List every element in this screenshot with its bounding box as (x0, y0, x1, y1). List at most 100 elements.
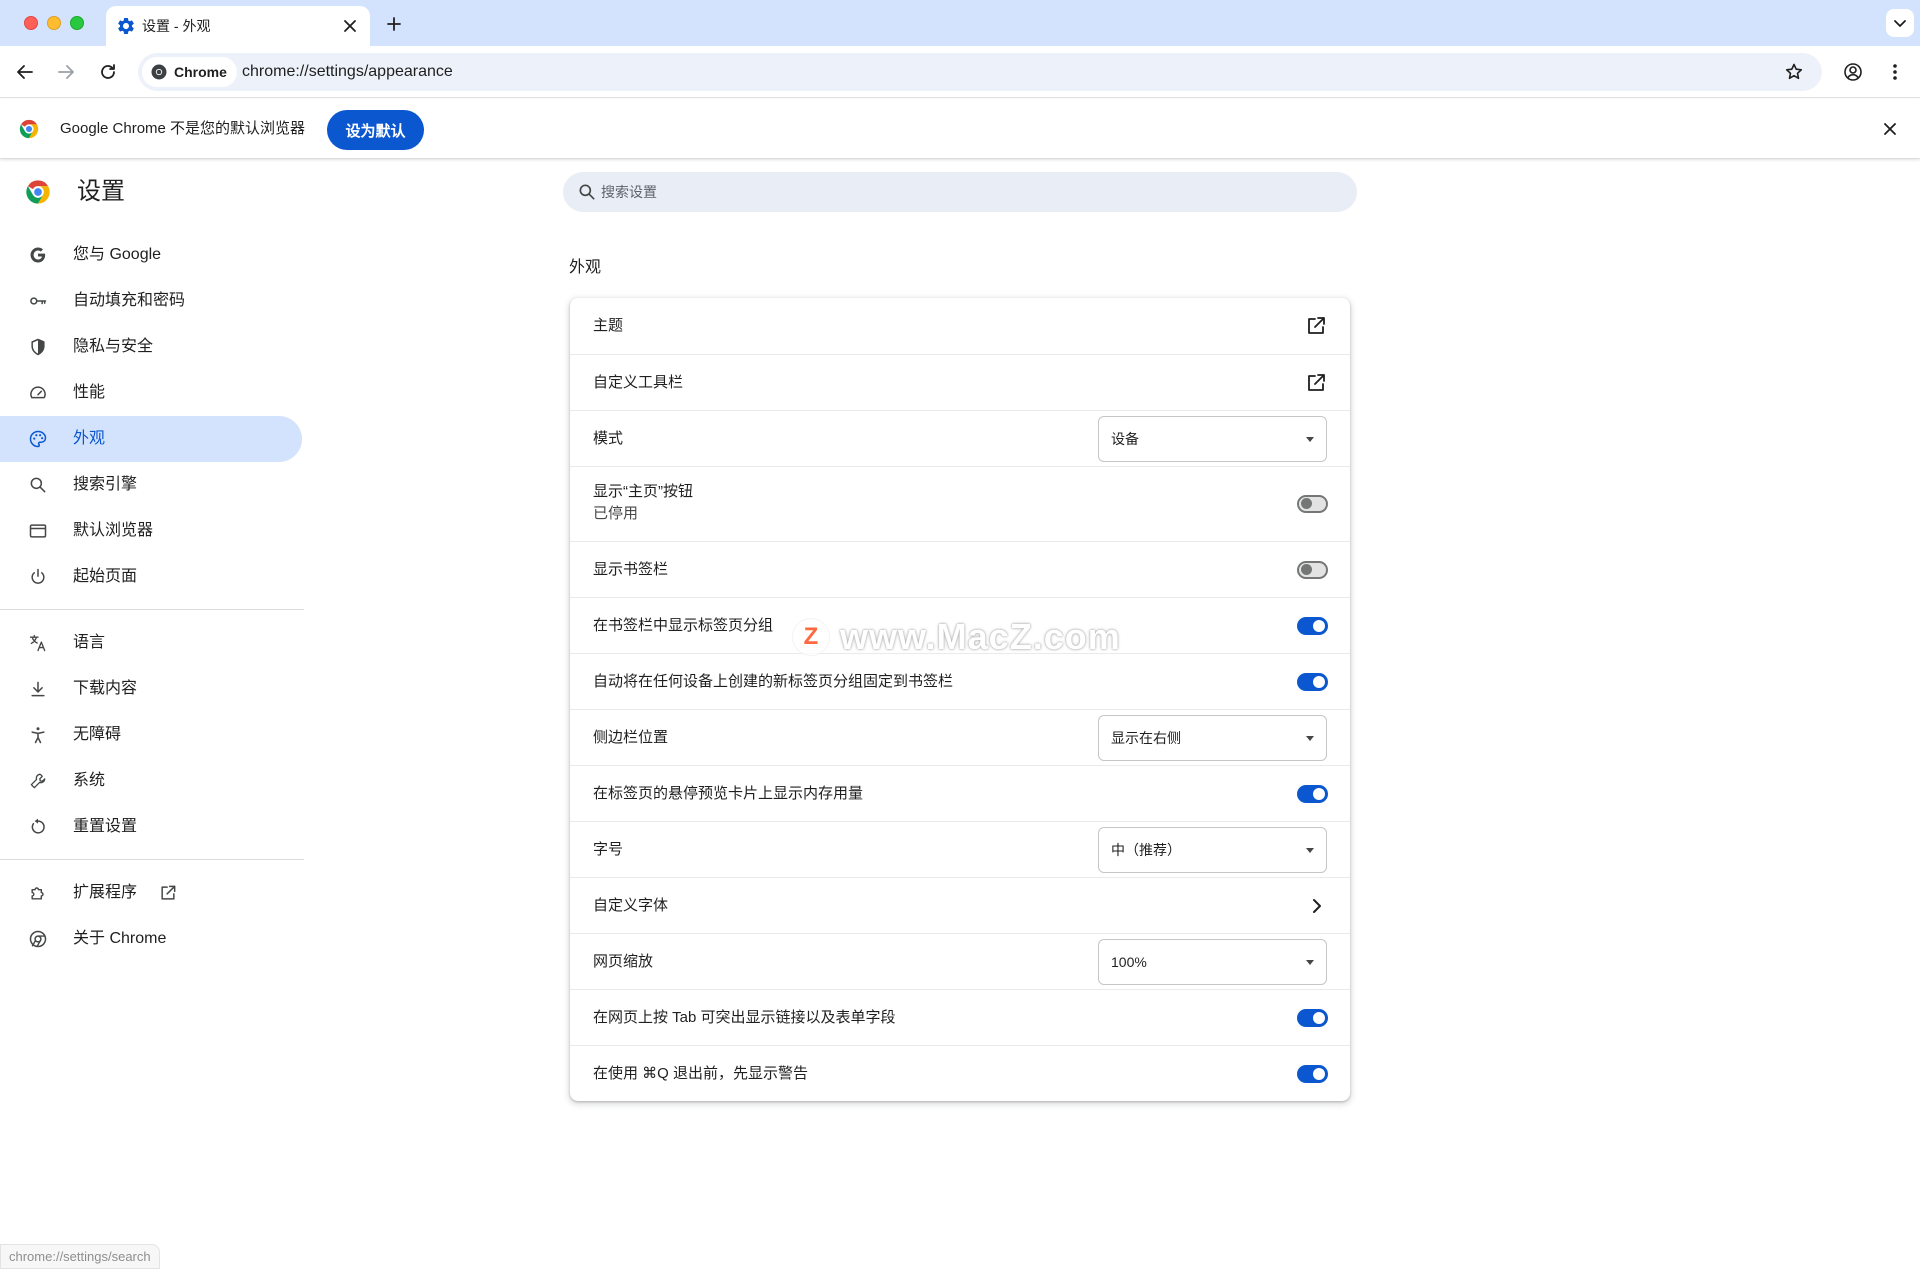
side-panel-label: 侧边栏位置 (593, 729, 669, 746)
sidebar-item-label: 自动填充和密码 (73, 292, 186, 309)
zoom-window-button[interactable] (70, 16, 84, 30)
tab-highlight-label: 在网页上按 Tab 可突出显示链接以及表单字段 (593, 1009, 896, 1026)
status-bubble: chrome://settings/search (0, 1244, 160, 1269)
back-arrow-icon[interactable] (11, 58, 39, 86)
home-button-row[interactable]: 显示“主页”按钮 已停用 (570, 466, 1350, 541)
sidebar-item-label: 关于 Chrome (73, 930, 167, 947)
sidebar-item-about-chrome[interactable]: 关于 Chrome (0, 916, 302, 962)
page-zoom-label: 网页缩放 (593, 953, 654, 970)
power-icon (31, 568, 45, 584)
reload-icon[interactable] (94, 58, 122, 86)
side-panel-row: 侧边栏位置 显示在右侧 (570, 709, 1350, 765)
bookmarks-bar-row[interactable]: 显示书签栏 (570, 541, 1350, 597)
sidebar-item-reset[interactable]: 重置设置 (0, 804, 302, 850)
sidebar-item-label: 搜索引擎 (73, 476, 138, 493)
sidebar-item-label: 无障碍 (73, 726, 122, 743)
custom-fonts-row[interactable]: 自定义字体 (570, 877, 1350, 933)
sidebar-item-label: 语言 (73, 634, 106, 651)
site-info-chip[interactable]: Chrome (142, 57, 237, 87)
search-icon (30, 477, 46, 493)
font-size-select[interactable]: 中（推荐） (1098, 827, 1327, 873)
sidebar-item-privacy[interactable]: 隐私与安全 (0, 324, 302, 370)
profile-avatar-icon[interactable] (1839, 58, 1867, 86)
sidebar-item-google[interactable]: 您与 Google (0, 232, 302, 278)
bookmark-star-icon[interactable] (1780, 58, 1808, 86)
mode-label: 模式 (593, 430, 624, 447)
home-button-toggle[interactable] (1297, 495, 1328, 513)
watermark-logo: Z (792, 618, 830, 656)
tab-search-button[interactable] (1886, 9, 1914, 37)
gear-icon (118, 17, 134, 34)
watermark-text: www.MacZ.com (840, 616, 1121, 657)
tab-groups-in-bookmarks-label: 在书签栏中显示标签页分组 (593, 617, 774, 634)
reset-icon (31, 818, 45, 834)
browser-toolbar: Chrome chrome://settings/appearance (0, 46, 1920, 98)
new-tab-plus-icon[interactable] (380, 10, 408, 38)
font-size-row: 字号 中（推荐） (570, 821, 1350, 877)
memory-usage-row[interactable]: 在标签页的悬停预览卡片上显示内存用量 (570, 765, 1350, 821)
pin-tab-groups-toggle[interactable] (1297, 673, 1328, 691)
font-size-select-value: 中（推荐） (1111, 842, 1181, 858)
customize-toolbar-label: 自定义工具栏 (593, 374, 684, 391)
tab-groups-in-bookmarks-toggle[interactable] (1297, 617, 1328, 635)
download-icon (31, 681, 45, 697)
sidebar-item-label: 起始页面 (73, 568, 138, 585)
side-panel-select[interactable]: 显示在右侧 (1098, 715, 1327, 761)
settings-search[interactable] (563, 172, 1357, 212)
sidebar-item-accessibility[interactable]: 无障碍 (0, 712, 302, 758)
section-title: 外观 (569, 259, 602, 276)
search-input[interactable] (601, 172, 1341, 212)
wrench-icon (30, 773, 46, 789)
sidebar-item-extensions[interactable]: 扩展程序 (0, 870, 302, 916)
external-link-icon[interactable] (1304, 371, 1328, 395)
chrome-logo-icon (26, 180, 50, 204)
forward-arrow-icon[interactable] (52, 58, 80, 86)
sidebar-item-system[interactable]: 系统 (0, 758, 302, 804)
sidebar-item-languages[interactable]: 语言 (0, 620, 302, 666)
more-vertical-icon[interactable] (1881, 58, 1909, 86)
bookmarks-bar-toggle[interactable] (1297, 561, 1328, 579)
close-tab-icon[interactable] (338, 14, 362, 38)
speedometer-icon (30, 386, 46, 399)
theme-row[interactable]: 主题 (570, 298, 1350, 354)
sidebar-item-downloads[interactable]: 下载内容 (0, 666, 302, 712)
customize-toolbar-row[interactable]: 自定义工具栏 (570, 354, 1350, 410)
active-tab[interactable]: 设置 - 外观 (106, 6, 370, 46)
mode-select[interactable]: 设备 (1098, 416, 1327, 462)
sidebar-item-label: 外观 (73, 430, 106, 447)
set-default-button[interactable]: 设为默认 (327, 110, 424, 150)
tab-highlight-toggle[interactable] (1297, 1009, 1328, 1027)
tab-strip: 设置 - 外观 (0, 0, 1920, 46)
sidebar-item-autofill[interactable]: 自动填充和密码 (0, 278, 302, 324)
external-link-icon[interactable] (1304, 314, 1328, 338)
url-text[interactable]: chrome://settings/appearance (242, 62, 453, 82)
sidebar-item-appearance[interactable]: 外观 (0, 416, 302, 462)
sidebar-item-label: 扩展程序 (73, 884, 138, 901)
sidebar-item-search-engine[interactable]: 搜索引擎 (0, 462, 302, 508)
memory-usage-toggle[interactable] (1297, 785, 1328, 803)
sidebar-item-label: 性能 (73, 384, 106, 401)
side-panel-select-value: 显示在右侧 (1111, 730, 1181, 746)
chrome-logo-icon (151, 64, 167, 80)
custom-fonts-label: 自定义字体 (593, 897, 669, 914)
translate-icon (29, 634, 46, 652)
sidebar-item-performance[interactable]: 性能 (0, 370, 302, 416)
quit-warning-row[interactable]: 在使用 ⌘Q 退出前，先显示警告 (570, 1045, 1350, 1101)
address-bar[interactable]: Chrome chrome://settings/appearance (138, 53, 1822, 91)
quit-warning-toggle[interactable] (1297, 1065, 1328, 1083)
tab-highlight-row[interactable]: 在网页上按 Tab 可突出显示链接以及表单字段 (570, 989, 1350, 1045)
chevron-right-icon[interactable] (1304, 894, 1328, 918)
page-zoom-select[interactable]: 100% (1098, 939, 1327, 985)
page-zoom-row: 网页缩放 100% (570, 933, 1350, 989)
close-window-button[interactable] (24, 16, 38, 30)
sidebar-item-on-startup[interactable]: 起始页面 (0, 554, 302, 600)
sidebar-item-default-browser[interactable]: 默认浏览器 (0, 508, 302, 554)
tab-title: 设置 - 外观 (142, 18, 211, 34)
dropdown-caret-icon (1306, 437, 1314, 442)
sidebar-item-label: 系统 (73, 772, 106, 789)
minimize-window-button[interactable] (47, 16, 61, 30)
sidebar-item-label: 隐私与安全 (73, 338, 154, 355)
font-size-label: 字号 (593, 841, 624, 858)
shield-icon (31, 338, 45, 356)
close-icon[interactable] (1878, 117, 1902, 141)
